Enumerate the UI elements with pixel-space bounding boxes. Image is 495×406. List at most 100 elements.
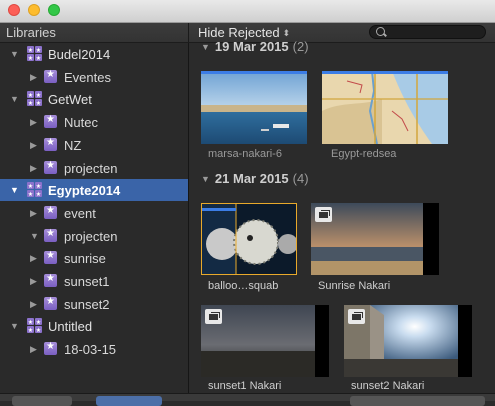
date-section-header[interactable]: ▼ 21 Mar 2015 (4) <box>201 171 309 186</box>
event-star-icon: ★ <box>44 69 57 83</box>
svg-text:★: ★ <box>36 319 41 326</box>
minimize-button[interactable] <box>28 4 40 16</box>
library-row[interactable]: ▼ ★ ★ ★ ★ Untitled <box>0 315 188 337</box>
event-star-icon: ★ <box>44 114 57 128</box>
svg-text:★: ★ <box>36 183 41 190</box>
event-star-icon: ★ <box>44 341 57 355</box>
compound-clip-icon <box>205 309 222 324</box>
compound-clip-icon <box>348 309 365 324</box>
library-icon: ★ ★ ★ ★ <box>27 182 42 197</box>
event-star-icon: ★ <box>44 137 57 151</box>
event-label: projecten <box>64 229 118 244</box>
disclosure-right-icon[interactable]: ▶ <box>30 344 37 355</box>
disclosure-down-icon[interactable]: ▼ <box>10 185 19 195</box>
title-bar <box>0 0 495 23</box>
clip-name: balloo…squab <box>208 280 279 292</box>
clip-filter-popup[interactable]: Hide Rejected ⬍ <box>198 25 290 40</box>
disclosure-right-icon[interactable]: ▶ <box>30 276 37 287</box>
library-row[interactable]: ▼ ★ ★ ★ ★ GetWet <box>0 88 188 110</box>
disclosure-down-icon[interactable]: ▼ <box>10 321 19 331</box>
event-row[interactable]: ▶ ★ projecten <box>0 157 188 179</box>
section-date: 19 Mar 2015 <box>214 39 289 54</box>
svg-text:★: ★ <box>28 191 33 197</box>
event-row[interactable]: ▶ ★ 18-03-15 <box>0 338 188 360</box>
library-icon: ★ ★ ★ ★ <box>27 318 42 333</box>
libraries-label: Libraries <box>6 25 56 40</box>
event-star-icon: ★ <box>44 250 57 264</box>
svg-text:★: ★ <box>36 100 41 106</box>
clip-thumbnail-selected[interactable] <box>201 203 297 275</box>
event-label: Nutec <box>64 115 98 130</box>
clip-name: Egypt-redsea <box>331 148 397 160</box>
event-label: sunset1 <box>64 274 110 289</box>
libraries-sidebar: ▼ ★ ★ ★ ★ Budel2014 ▶ ★ Eventes ▼ ★ ★ ★ ★ GetWet ▶ ★ Nute… <box>0 43 189 393</box>
event-label: projecten <box>64 161 118 176</box>
zoom-button[interactable] <box>48 4 60 16</box>
library-row[interactable]: ▼ ★ ★ ★ ★ Egypte2014 <box>0 179 188 201</box>
event-row[interactable]: ▶ ★ NZ <box>0 134 188 156</box>
disclosure-down-icon[interactable]: ▼ <box>201 42 210 52</box>
event-star-icon: ★ <box>44 160 57 174</box>
egypt-redsea-map-image <box>322 71 448 144</box>
disclosure-right-icon[interactable]: ▶ <box>30 163 37 174</box>
clip-thumbnail[interactable] <box>201 305 329 377</box>
clip-thumbnail[interactable] <box>311 203 439 275</box>
close-button[interactable] <box>8 4 20 16</box>
event-row[interactable]: ▶ ★ event <box>0 202 188 224</box>
section-date: 21 Mar 2015 <box>214 171 289 186</box>
disclosure-right-icon[interactable]: ▶ <box>30 117 37 128</box>
disclosure-right-icon[interactable]: ▶ <box>30 208 37 219</box>
library-icon: ★ ★ ★ ★ <box>27 46 42 61</box>
search-field[interactable] <box>369 25 486 40</box>
disclosure-down-icon[interactable]: ▼ <box>30 231 39 241</box>
clip-thumbnail[interactable] <box>344 305 472 377</box>
clip-name: Sunrise Nakari <box>318 280 391 292</box>
event-label: sunrise <box>64 251 106 266</box>
svg-text:★: ★ <box>28 47 33 54</box>
event-label: event <box>64 206 96 221</box>
disclosure-down-icon[interactable]: ▼ <box>10 94 19 104</box>
disclosure-right-icon[interactable]: ▶ <box>30 299 37 310</box>
svg-text:★: ★ <box>36 92 41 99</box>
event-row[interactable]: ▶ ★ sunset1 <box>0 270 188 292</box>
svg-text:★: ★ <box>36 55 41 61</box>
toolbar-slider[interactable] <box>350 396 485 406</box>
event-row[interactable]: ▶ ★ Eventes <box>0 66 188 88</box>
svg-text:★: ★ <box>28 319 33 326</box>
compound-clip-icon <box>315 207 332 222</box>
svg-text:★: ★ <box>28 55 33 61</box>
event-star-icon: ★ <box>44 273 57 287</box>
svg-text:★: ★ <box>28 327 33 333</box>
disclosure-down-icon[interactable]: ▼ <box>201 174 210 184</box>
clip-name: sunset1 Nakari <box>208 380 282 392</box>
svg-text:★: ★ <box>28 100 33 106</box>
section-count: (2) <box>292 39 309 54</box>
divider <box>188 23 189 42</box>
search-input[interactable] <box>390 26 484 40</box>
disclosure-down-icon[interactable]: ▼ <box>10 49 19 59</box>
library-label: Untitled <box>48 319 93 334</box>
toolbar-button[interactable] <box>96 396 162 406</box>
toolbar-button[interactable] <box>12 396 72 406</box>
library-label: Budel2014 <box>48 47 111 62</box>
disclosure-right-icon[interactable]: ▶ <box>30 253 37 264</box>
svg-text:★: ★ <box>36 47 41 54</box>
event-row[interactable]: ▼ ★ projecten <box>0 225 188 247</box>
event-row[interactable]: ▶ ★ Nutec <box>0 111 188 133</box>
disclosure-right-icon[interactable]: ▶ <box>30 140 37 151</box>
event-row[interactable]: ▶ ★ sunrise <box>0 247 188 269</box>
event-star-icon: ★ <box>44 228 57 242</box>
disclosure-right-icon[interactable]: ▶ <box>30 72 37 83</box>
event-star-icon: ★ <box>44 205 57 219</box>
event-row[interactable]: ▶ ★ sunset2 <box>0 293 188 315</box>
clip-thumbnail[interactable] <box>322 71 448 144</box>
date-section-header[interactable]: ▼ 19 Mar 2015 (2) <box>201 39 309 54</box>
clip-filter-label: Hide Rejected <box>198 25 280 40</box>
clip-thumbnail[interactable] <box>201 71 307 144</box>
clip-name: sunset2 Nakari <box>351 380 425 392</box>
event-star-icon: ★ <box>44 296 57 310</box>
event-browser: ▼ 19 Mar 2015 (2) marsa-nakari-6 Egypt-r… <box>189 39 495 393</box>
marsa-nakari-thumbnail-image <box>201 71 307 144</box>
library-icon: ★ ★ ★ ★ <box>27 91 42 106</box>
library-row[interactable]: ▼ ★ ★ ★ ★ Budel2014 <box>0 43 188 65</box>
